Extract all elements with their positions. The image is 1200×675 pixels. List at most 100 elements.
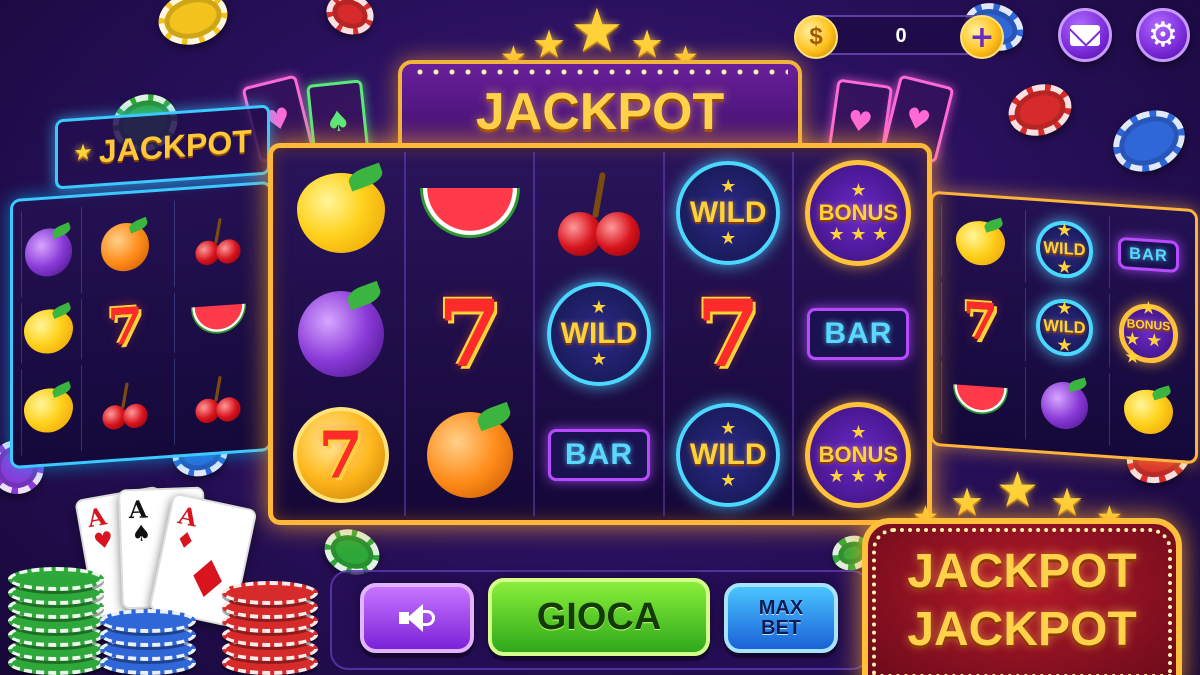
star-icon: ★ ★ ★ (1124, 327, 1163, 368)
poker-chip (1103, 99, 1195, 183)
slot-reels: 7 7 ★ WILD ★ BAR ★ WILD ★ 7 ★ WILD ★ ★ BONUS ★ ★ ★ BAR ★ B… (268, 143, 932, 525)
jackpot-sign: JACKPOT JACKPOT (862, 518, 1182, 675)
side-slot-machine-left: 7 (10, 180, 272, 470)
side-reel-cell: ★ BONUS ★ ★ ★ (1109, 294, 1187, 373)
side-left-reel-grid: 7 (21, 194, 261, 456)
star-icon: ★ (720, 175, 737, 197)
bar-symbol: BAR (1118, 237, 1179, 273)
reel-2: 7 (406, 152, 536, 516)
side-right-reel-grid: ★ WILD ★ BAR 7 ★ WILD ★ ★ BONUS ★ ★ ★ (941, 204, 1187, 451)
poker-chip (100, 609, 196, 633)
reel-cell: BAR (535, 395, 662, 516)
star-icon: ★ (1056, 334, 1073, 357)
star-icon: ★ (1140, 296, 1157, 319)
reel-cell (535, 152, 662, 273)
seven-symbol: 7 (962, 290, 999, 353)
cherry-symbol (194, 215, 241, 266)
wild-symbol: ★ WILD ★ (676, 403, 781, 508)
reel-cell (406, 152, 533, 273)
coin-balance-bar: $ 0 + (794, 15, 1004, 59)
reel-cell: 7 (406, 273, 533, 394)
max-bet-button[interactable]: MAX BET (724, 583, 838, 653)
poker-chip (320, 0, 380, 42)
star-icon: ★ (1056, 297, 1073, 320)
bonus-label: BONUS (818, 199, 899, 225)
max-bet-label-line2: BET (761, 617, 801, 639)
side-reel-cell (81, 359, 168, 452)
wild-symbol: ★ WILD ★ (676, 160, 781, 265)
seven-symbol: 7 (696, 279, 761, 388)
spin-button[interactable]: GIOCA (488, 578, 710, 656)
settings-button[interactable]: ⚙ (1136, 8, 1190, 62)
sound-button[interactable] (360, 583, 474, 653)
lemon-symbol (24, 302, 73, 356)
cherry-symbol (101, 380, 148, 431)
bar-symbol: BAR (547, 429, 650, 482)
wild-symbol: ★ WILD ★ (1035, 218, 1094, 280)
reel-3: ★ WILD ★ BAR (535, 152, 665, 516)
star-icon: ★ ★ ★ (828, 466, 889, 488)
star-icon: ★ (1056, 219, 1073, 242)
watermelon-symbol (419, 187, 520, 238)
lemon-symbol (296, 162, 385, 253)
side-reel-cell (1109, 372, 1187, 451)
card-suit: ♥ (91, 526, 116, 556)
chip-stack-green (8, 560, 104, 675)
poker-chip (8, 567, 104, 591)
star-icon: ★ (590, 296, 608, 318)
reel-cell: 7 (665, 273, 792, 394)
lemon-symbol (956, 217, 1005, 268)
star-icon: ★ (850, 422, 867, 444)
star-icon: ★ (590, 348, 608, 370)
side-reel-cell (174, 194, 261, 287)
star-icon: ★ (850, 179, 867, 201)
jackpot-sign-line1: JACKPOT (907, 545, 1137, 598)
reel-cell (277, 273, 404, 394)
mail-button[interactable] (1058, 8, 1112, 62)
orange-symbol (101, 216, 149, 273)
side-jackpot-sign: ★ JACKPOT (55, 104, 270, 190)
lemon-symbol (24, 381, 73, 435)
star-icon: ★ (1056, 256, 1073, 279)
wild-label: WILD (689, 195, 767, 229)
poker-chip (222, 581, 318, 605)
poker-chip (1001, 76, 1079, 144)
mail-icon (1070, 24, 1100, 46)
side-reel-cell (21, 365, 75, 456)
orange-symbol (426, 401, 514, 499)
side-reel-cell: 7 (81, 293, 168, 360)
marquee-lights (412, 68, 788, 76)
watermelon-symbol (190, 303, 246, 336)
reel-cell: ★ WILD ★ (665, 395, 792, 516)
chip-stack-red (222, 570, 318, 675)
speaker-icon (397, 602, 437, 634)
jackpot-sign-line2: JACKPOT (907, 603, 1137, 656)
star-icon: ★ (996, 462, 1040, 518)
side-reel-cell (174, 352, 261, 445)
cherry-symbol (194, 373, 241, 424)
bonus-symbol: ★ BONUS ★ ★ ★ (1119, 296, 1178, 368)
side-slot-machine-right: ★ WILD ★ BAR 7 ★ WILD ★ ★ BONUS ★ ★ ★ (930, 190, 1198, 465)
side-reel-cell (21, 299, 75, 364)
chip-stack-blue (100, 602, 196, 675)
plum-symbol (1040, 377, 1089, 432)
max-bet-label-line1: MAX (758, 597, 804, 619)
reel-5: ★ BONUS ★ ★ ★ BAR ★ BONUS ★ ★ ★ (793, 152, 923, 516)
side-jackpot-title: JACKPOT (98, 122, 252, 169)
star-icon: ★ ★ ★ (828, 223, 889, 245)
star-icon: ★ (720, 418, 737, 440)
bonus-label: BONUS (818, 442, 899, 468)
lemon-symbol (1124, 385, 1173, 436)
jackpot-banner-title: JACKPOT (475, 83, 725, 141)
add-coins-button[interactable]: + (960, 15, 1004, 59)
side-reel-cell (174, 286, 261, 353)
gear-icon: ⚙ (1147, 15, 1179, 55)
plum-symbol (24, 221, 73, 278)
wild-symbol: ★ WILD ★ (546, 281, 651, 386)
poker-chip (152, 0, 234, 53)
reel-cell: ★ WILD ★ (665, 152, 792, 273)
star-icon: ★ (720, 470, 737, 492)
bonus-symbol: ★ BONUS ★ ★ ★ (805, 402, 912, 509)
coin-balance-value: 0 (895, 25, 907, 47)
cherry-symbol (556, 170, 642, 256)
